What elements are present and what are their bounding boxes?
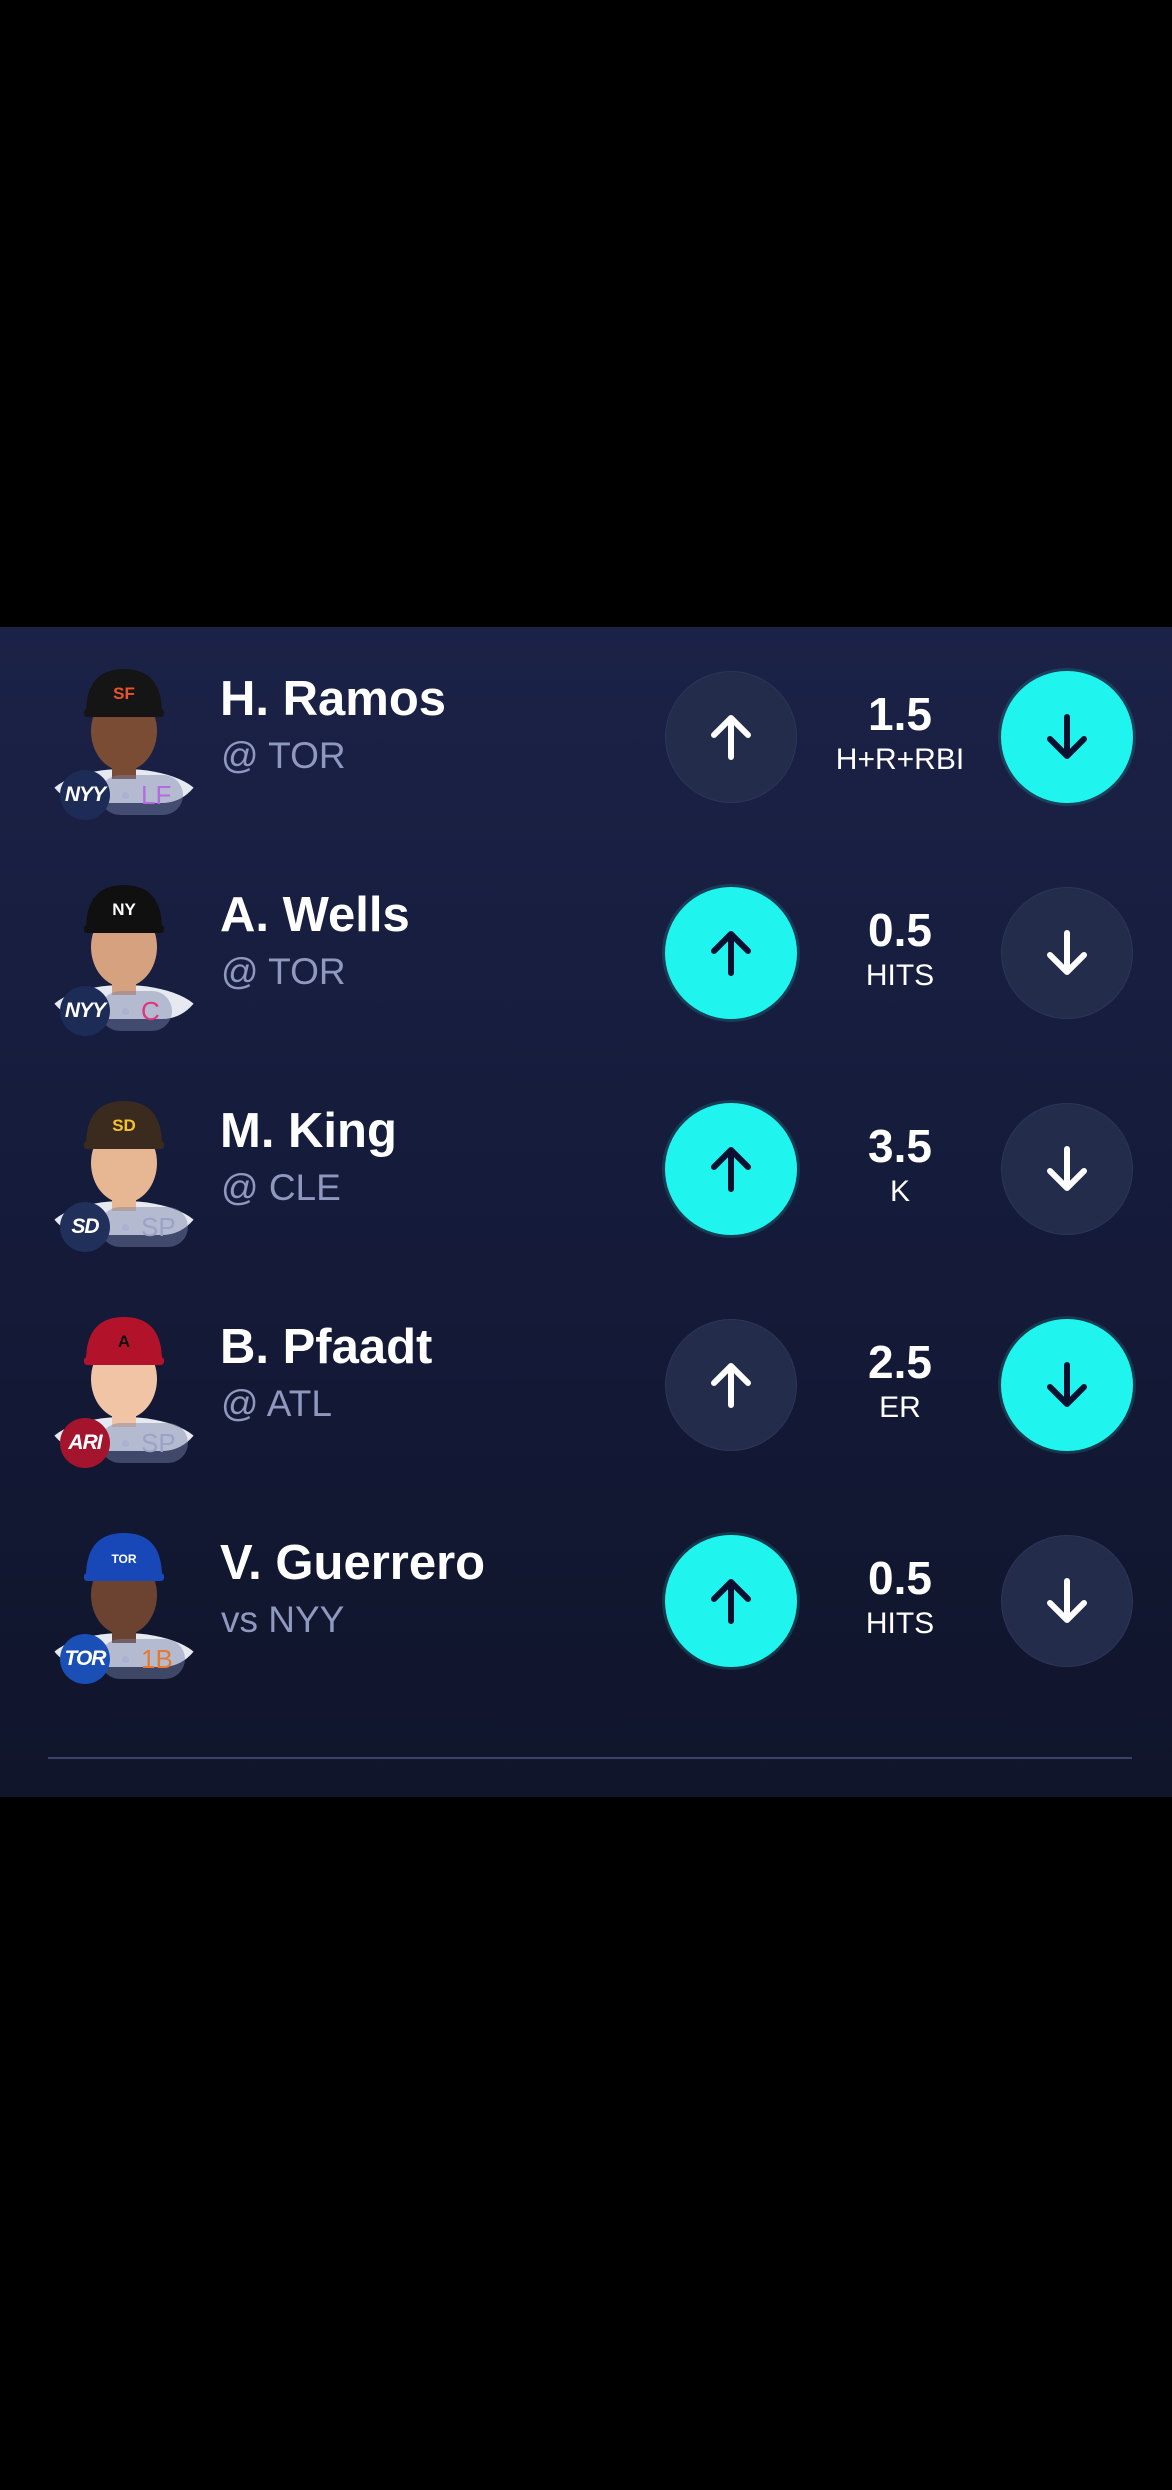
player-name[interactable]: B. Pfaadt — [220, 1319, 432, 1375]
stat-type: HITS — [865, 959, 935, 992]
more-button[interactable] — [665, 887, 797, 1019]
arrow-down-icon — [1037, 923, 1097, 983]
position-label: SP — [141, 1427, 176, 1458]
more-button[interactable] — [665, 1103, 797, 1235]
less-button[interactable] — [1001, 887, 1133, 1019]
arrow-down-icon — [1037, 1355, 1097, 1415]
divider — [48, 1757, 1132, 1759]
team-badge: NYY — [60, 770, 110, 820]
separator-dot — [122, 1223, 129, 1231]
matchup-label: @ TOR — [221, 951, 346, 992]
team-badge: TOR — [60, 1634, 110, 1684]
player-name[interactable]: M. King — [220, 1103, 397, 1159]
team-badge: ARI — [60, 1418, 110, 1468]
stat-type: K — [889, 1175, 910, 1208]
more-button[interactable] — [665, 671, 797, 803]
projection-line: 1.5 — [868, 688, 932, 740]
position-pill: SP — [100, 1423, 188, 1463]
arrow-down-icon — [1037, 1571, 1097, 1631]
position-pill: SP — [100, 1207, 188, 1247]
player-row: SD SP SD M. King @ CLE 3.5 K — [0, 1059, 1172, 1275]
player-name[interactable]: V. Guerrero — [220, 1535, 485, 1591]
separator-dot — [122, 1007, 129, 1015]
stat-type: ER — [879, 1391, 921, 1424]
matchup-label: @ CLE — [221, 1167, 341, 1208]
position-pill: LF — [100, 775, 184, 815]
matchup-label: @ TOR — [221, 735, 346, 776]
svg-text:SF: SF — [113, 684, 135, 703]
arrow-up-icon — [701, 707, 761, 767]
less-button[interactable] — [1001, 1103, 1133, 1235]
position-label: 1B — [141, 1643, 173, 1674]
team-badge: NYY — [60, 986, 110, 1036]
arrow-up-icon — [701, 1139, 761, 1199]
svg-text:TOR: TOR — [111, 1552, 136, 1566]
stat-type: HITS — [865, 1607, 935, 1640]
projection-line: 2.5 — [868, 1336, 932, 1388]
player-row: NY C NYY A. Wells @ TOR 0.5 HITS — [0, 843, 1172, 1059]
matchup-label: @ ATL — [221, 1383, 332, 1424]
projection-line: 0.5 — [868, 904, 932, 956]
position-label: SP — [141, 1211, 176, 1242]
player-row: SF LF NYY H. Ramos @ TOR 1.5 H+R+RBI — [0, 627, 1172, 843]
svg-text:NY: NY — [112, 900, 136, 919]
svg-text:SD: SD — [112, 1116, 136, 1135]
player-name[interactable]: A. Wells — [220, 887, 410, 943]
separator-dot — [122, 1655, 129, 1663]
arrow-up-icon — [701, 1355, 761, 1415]
less-button[interactable] — [1001, 1535, 1133, 1667]
matchup-label: vs NYY — [221, 1599, 345, 1640]
arrow-up-icon — [701, 923, 761, 983]
team-badge: SD — [60, 1202, 110, 1252]
projection-line: 3.5 — [868, 1120, 932, 1172]
position-pill: C — [100, 991, 172, 1031]
player-row: A SP ARI B. Pfaadt @ ATL 2.5 ER — [0, 1275, 1172, 1491]
position-pill: 1B — [100, 1639, 185, 1679]
arrow-down-icon — [1037, 1139, 1097, 1199]
more-button[interactable] — [665, 1535, 797, 1667]
separator-dot — [122, 1439, 129, 1447]
position-label: LF — [141, 779, 172, 810]
more-button[interactable] — [665, 1319, 797, 1451]
stat-type: H+R+RBI — [835, 743, 965, 776]
arrow-up-icon — [701, 1571, 761, 1631]
projection-line: 0.5 — [868, 1552, 932, 1604]
separator-dot — [122, 791, 129, 799]
player-picks-panel: SF LF NYY H. Ramos @ TOR 1.5 H+R+RBI NY C NYY A. W… — [0, 627, 1172, 1797]
player-row: TOR 1B TOR V. Guerrero vs NYY 0.5 HITS — [0, 1491, 1172, 1707]
arrow-down-icon — [1037, 707, 1097, 767]
position-label: C — [141, 995, 160, 1026]
less-button[interactable] — [1001, 671, 1133, 803]
less-button[interactable] — [1001, 1319, 1133, 1451]
player-name[interactable]: H. Ramos — [220, 671, 446, 727]
svg-text:A: A — [118, 1332, 130, 1351]
